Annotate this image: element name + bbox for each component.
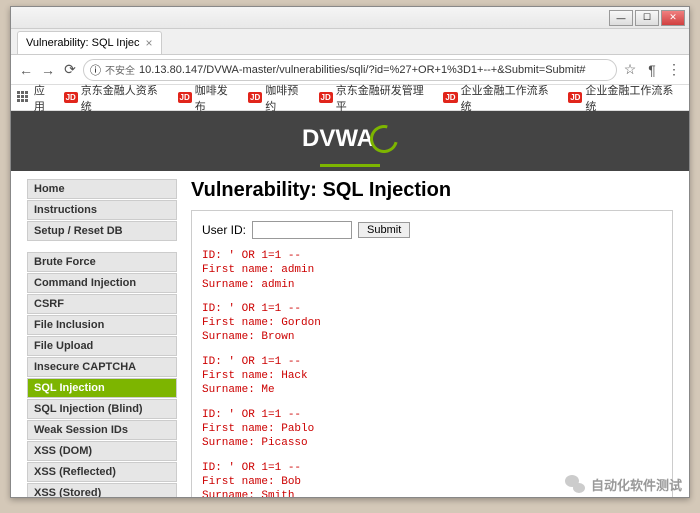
apps-button[interactable]: 应用 — [17, 82, 56, 114]
close-button[interactable]: ✕ — [661, 10, 685, 26]
minimize-button[interactable]: — — [609, 10, 633, 26]
forward-button[interactable]: → — [39, 61, 57, 79]
url-text: 10.13.80.147/DVWA-master/vulnerabilities… — [139, 64, 586, 76]
sidebar-item[interactable]: Setup / Reset DB — [27, 221, 177, 241]
tab-bar: Vulnerability: SQL Injec × — [11, 29, 689, 55]
sidebar-item[interactable]: CSRF — [27, 294, 177, 314]
jd-icon: JD — [319, 92, 333, 103]
star-icon[interactable]: ☆ — [621, 61, 639, 79]
page-title: Vulnerability: SQL Injection — [191, 179, 673, 202]
result-block: ID: ' OR 1=1 -- First name: Gordon Surna… — [202, 302, 662, 345]
tab-close-icon[interactable]: × — [146, 36, 153, 50]
main-content: Vulnerability: SQL Injection User ID: Su… — [191, 179, 673, 497]
sidebar-item[interactable]: Insecure CAPTCHA — [27, 357, 177, 377]
menu-icon[interactable]: ⋮ — [665, 61, 683, 79]
result-block: ID: ' OR 1=1 -- First name: Pablo Surnam… — [202, 408, 662, 451]
sidebar-item[interactable]: XSS (DOM) — [27, 441, 177, 461]
watermark: 自动化软件测试 — [563, 473, 682, 495]
bookmark-item[interactable]: JD京东金融研发管理平 — [319, 82, 434, 114]
header: DVWA — [11, 111, 689, 166]
jd-icon: JD — [178, 92, 192, 103]
reload-button[interactable]: ⟳ — [61, 61, 79, 79]
bookmark-item[interactable]: JD咖啡发布 — [178, 82, 239, 114]
sidebar-item[interactable]: SQL Injection — [27, 378, 177, 398]
result-block: ID: ' OR 1=1 -- First name: admin Surnam… — [202, 249, 662, 292]
apps-icon — [17, 91, 31, 105]
sidebar-item[interactable]: File Inclusion — [27, 315, 177, 335]
sidebar-item[interactable]: Home — [27, 179, 177, 199]
nav-bar: ← → ⟳ ⓘ 不安全 10.13.80.147/DVWA-master/vul… — [11, 55, 689, 85]
jd-icon: JD — [64, 92, 78, 103]
sidebar-item[interactable]: XSS (Stored) — [27, 483, 177, 497]
jd-icon: JD — [568, 92, 582, 103]
bookmark-bar: 应用 JD京东金融人资系统 JD咖啡发布 JD咖啡预约 JD京东金融研发管理平 JD企业… — [11, 85, 689, 111]
info-icon: ⓘ — [90, 62, 101, 78]
maximize-button[interactable]: ☐ — [635, 10, 659, 26]
bookmark-item[interactable]: JD京东金融人资系统 — [64, 82, 168, 114]
sidebar-item[interactable]: Weak Session IDs — [27, 420, 177, 440]
sidebar-item[interactable]: Brute Force — [27, 252, 177, 272]
submit-button[interactable]: Submit — [358, 222, 410, 238]
jd-icon: JD — [443, 92, 457, 103]
sidebar-item[interactable]: File Upload — [27, 336, 177, 356]
sidebar: HomeInstructionsSetup / Reset DB Brute F… — [27, 179, 177, 497]
insecure-label: 不安全 — [105, 62, 135, 77]
bookmark-item[interactable]: JD咖啡预约 — [248, 82, 309, 114]
browser-tab[interactable]: Vulnerability: SQL Injec × — [17, 31, 162, 54]
result-block: ID: ' OR 1=1 -- First name: Hack Surname… — [202, 355, 662, 398]
titlebar: — ☐ ✕ — [11, 7, 689, 29]
sidebar-item[interactable]: XSS (Reflected) — [27, 462, 177, 482]
paragraph-icon[interactable]: ¶ — [643, 61, 661, 79]
sidebar-item[interactable]: Command Injection — [27, 273, 177, 293]
vulnerability-panel: User ID: Submit ID: ' OR 1=1 -- First na… — [191, 210, 673, 497]
tab-title: Vulnerability: SQL Injec — [26, 37, 140, 49]
userid-input[interactable] — [252, 221, 352, 239]
bookmark-item[interactable]: JD企业金融工作流系统 — [443, 82, 558, 114]
page-content: DVWA HomeInstructionsSetup / Reset DB Br… — [11, 111, 689, 497]
address-bar[interactable]: ⓘ 不安全 10.13.80.147/DVWA-master/vulnerabi… — [83, 59, 617, 81]
sidebar-item[interactable]: SQL Injection (Blind) — [27, 399, 177, 419]
dvwa-logo: DVWA — [302, 125, 398, 153]
bookmark-item[interactable]: JD企业金融工作流系统 — [568, 82, 683, 114]
wechat-icon — [563, 473, 585, 495]
sidebar-item[interactable]: Instructions — [27, 200, 177, 220]
jd-icon: JD — [248, 92, 262, 103]
back-button[interactable]: ← — [17, 61, 35, 79]
userid-label: User ID: — [202, 223, 246, 237]
results: ID: ' OR 1=1 -- First name: admin Surnam… — [202, 249, 662, 497]
